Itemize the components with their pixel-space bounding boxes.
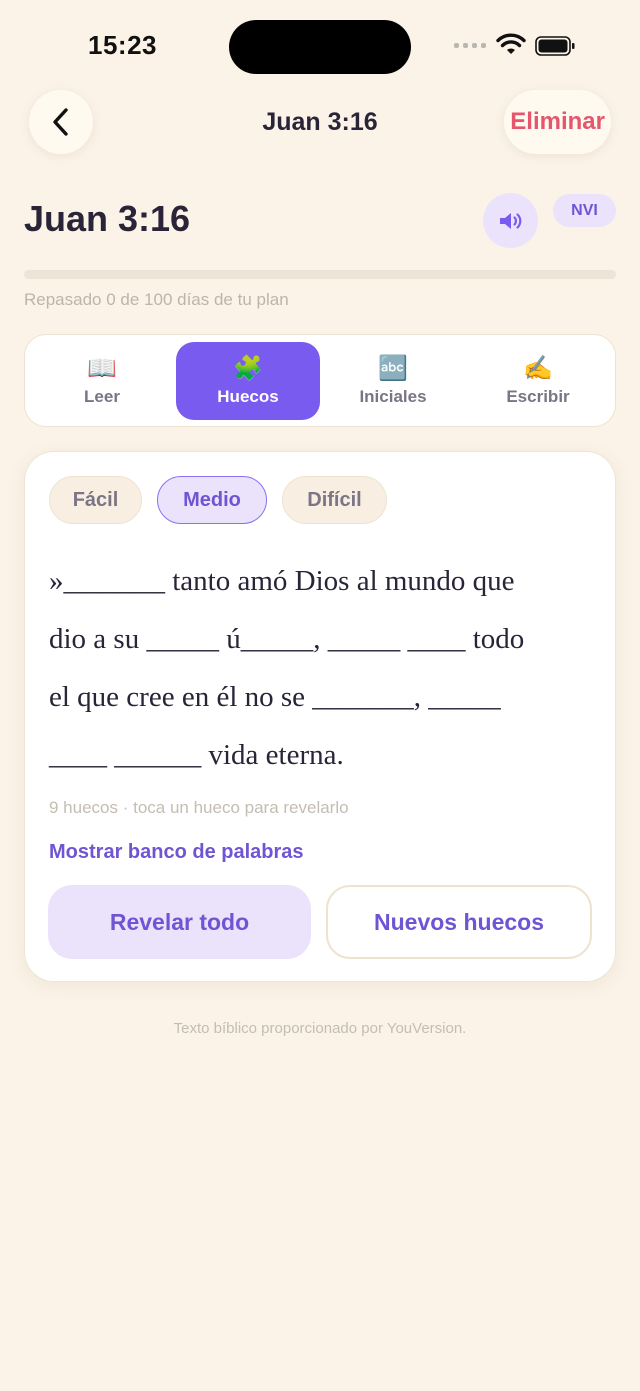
chevron-left-icon <box>53 108 68 136</box>
new-blanks-button[interactable]: Nuevos huecos <box>326 885 592 959</box>
dynamic-island <box>229 20 411 74</box>
verse-line[interactable]: »_______ tanto amó Dios al mundo que <box>49 552 601 610</box>
tab-leer[interactable]: 📖 Leer <box>30 342 174 420</box>
delete-button[interactable]: Eliminar <box>504 90 611 154</box>
reveal-all-button[interactable]: Revelar todo <box>48 885 311 959</box>
back-button[interactable] <box>29 90 93 154</box>
writing-hand-icon: ✍️ <box>523 355 553 382</box>
speaker-icon <box>499 212 521 229</box>
plan-progress-text: Repasado 0 de 100 días de tu plan <box>24 290 289 309</box>
verse-line[interactable]: ____ ______ vida eterna. <box>49 726 601 784</box>
cellular-signal-icon <box>454 43 486 48</box>
fill-blanks-card: Fácil Medio Difícil »_______ tanto amó D… <box>24 451 616 982</box>
page-title: Juan 3:16 <box>24 198 191 239</box>
battery-icon <box>535 36 575 56</box>
plan-progress-bar <box>24 270 616 279</box>
tab-label: Escribir <box>506 387 570 406</box>
blank-count-hint: 9 huecos · toca un hueco para revelarlo <box>49 798 349 817</box>
tab-label: Leer <box>84 387 120 406</box>
verse-text[interactable]: »_______ tanto amó Dios al mundo que dio… <box>49 552 601 784</box>
status-bar: 15:23 <box>0 0 640 90</box>
difficulty-easy-button[interactable]: Fácil <box>49 476 142 524</box>
difficulty-hard-button[interactable]: Difícil <box>282 476 387 524</box>
tab-label: Iniciales <box>359 387 427 406</box>
tab-huecos[interactable]: 🧩 Huecos <box>176 342 320 420</box>
difficulty-medium-button[interactable]: Medio <box>157 476 267 524</box>
book-icon: 📖 <box>87 355 117 382</box>
abc-icon: 🔤 <box>378 355 408 382</box>
verse-line[interactable]: dio a su _____ ú_____, _____ ____ todo <box>49 610 601 668</box>
audio-button[interactable] <box>483 193 538 248</box>
verse-line[interactable]: el que cree en él no se _______, _____ <box>49 668 601 726</box>
attribution-footer: Texto bíblico proporcionado por YouVersi… <box>173 1020 467 1037</box>
tab-iniciales[interactable]: 🔤 Iniciales <box>321 342 465 420</box>
tab-label: Huecos <box>217 387 279 406</box>
status-time: 15:23 <box>88 30 157 60</box>
tab-escribir[interactable]: ✍️ Escribir <box>466 342 610 420</box>
wifi-icon <box>496 33 526 54</box>
practice-mode-tabs: 📖 Leer 🧩 Huecos 🔤 Iniciales ✍️ Escribir <box>24 334 616 427</box>
puzzle-icon: 🧩 <box>233 355 263 382</box>
navigation-bar: Juan 3:16 Eliminar <box>0 90 640 156</box>
version-badge[interactable]: NVI <box>553 194 616 227</box>
show-word-bank-link[interactable]: Mostrar banco de palabras <box>49 841 304 864</box>
